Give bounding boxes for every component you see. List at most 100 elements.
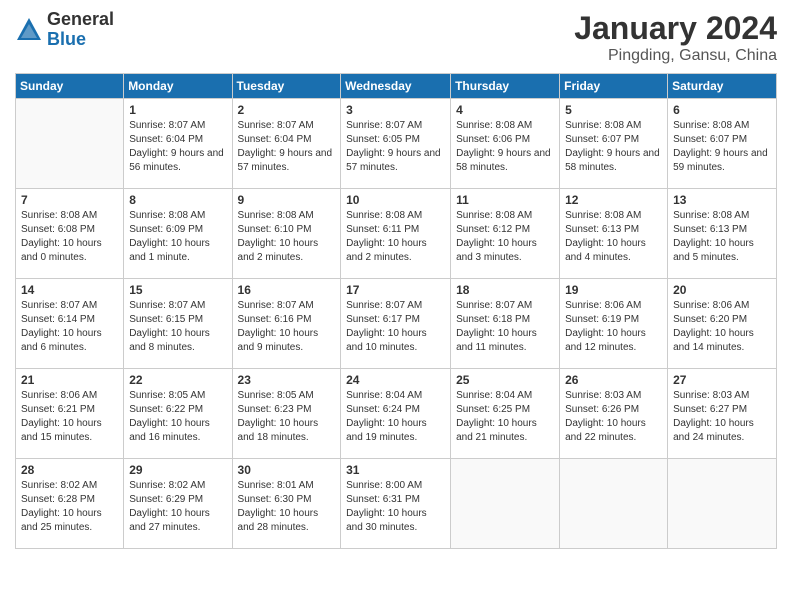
day-info: Sunrise: 8:01 AMSunset: 6:30 PMDaylight:… (238, 479, 336, 535)
table-row (560, 459, 668, 549)
header: General Blue January 2024 Pingding, Gans… (15, 10, 777, 65)
day-number: 25 (456, 373, 554, 387)
table-row: 26 Sunrise: 8:03 AMSunset: 6:26 PMDayligh… (560, 369, 668, 459)
day-info: Sunrise: 8:04 AMSunset: 6:24 PMDaylight:… (346, 389, 445, 445)
day-info: Sunrise: 8:03 AMSunset: 6:27 PMDaylight:… (673, 389, 771, 445)
calendar-week-row: 7Sunrise: 8:08 AMSunset: 6:08 PMDaylight… (16, 189, 777, 279)
day-number: 9 (238, 193, 336, 207)
day-info: Sunrise: 8:08 AMSunset: 6:07 PMDaylight:… (565, 119, 662, 175)
table-row: 29 Sunrise: 8:02 AMSunset: 6:29 PMDayligh… (124, 459, 232, 549)
day-info: Sunrise: 8:07 AMSunset: 6:17 PMDaylight:… (346, 299, 445, 355)
day-info: Sunrise: 8:06 AMSunset: 6:20 PMDaylight:… (673, 299, 771, 355)
day-number: 31 (346, 463, 445, 477)
day-number: 6 (673, 103, 771, 117)
page-container: General Blue January 2024 Pingding, Gans… (0, 0, 792, 612)
col-sunday: Sunday (16, 74, 124, 99)
day-number: 7 (21, 193, 118, 207)
day-number: 4 (456, 103, 554, 117)
day-info: Sunrise: 8:05 AMSunset: 6:23 PMDaylight:… (238, 389, 336, 445)
day-number: 28 (21, 463, 118, 477)
calendar-table: Sunday Monday Tuesday Wednesday Thursday… (15, 73, 777, 549)
calendar-week-row: 14Sunrise: 8:07 AMSunset: 6:14 PMDayligh… (16, 279, 777, 369)
table-row: 1 Sunrise: 8:07 AMSunset: 6:04 PMDaylight… (124, 99, 232, 189)
logo-text: General Blue (47, 10, 114, 50)
day-number: 15 (129, 283, 226, 297)
table-row: 5 Sunrise: 8:08 AMSunset: 6:07 PMDaylight… (560, 99, 668, 189)
table-row: 11 Sunrise: 8:08 AMSunset: 6:12 PMDayligh… (451, 189, 560, 279)
table-row: 30Sunrise: 8:01 AMSunset: 6:30 PMDayligh… (232, 459, 341, 549)
col-tuesday: Tuesday (232, 74, 341, 99)
day-info: Sunrise: 8:00 AMSunset: 6:31 PMDaylight:… (346, 479, 445, 535)
table-row: 10 Sunrise: 8:08 AMSunset: 6:11 PMDayligh… (341, 189, 451, 279)
col-saturday: Saturday (668, 74, 777, 99)
day-info: Sunrise: 8:02 AMSunset: 6:29 PMDaylight:… (129, 479, 226, 535)
day-info: Sunrise: 8:08 AMSunset: 6:10 PMDaylight:… (238, 209, 336, 265)
day-info: Sunrise: 8:08 AMSunset: 6:09 PMDaylight:… (129, 209, 226, 265)
day-number: 23 (238, 373, 336, 387)
col-thursday: Thursday (451, 74, 560, 99)
day-number: 26 (565, 373, 662, 387)
table-row: 6Sunrise: 8:08 AMSunset: 6:07 PMDaylight… (668, 99, 777, 189)
calendar-header-row: Sunday Monday Tuesday Wednesday Thursday… (16, 74, 777, 99)
table-row (16, 99, 124, 189)
day-info: Sunrise: 8:07 AMSunset: 6:18 PMDaylight:… (456, 299, 554, 355)
table-row: 25 Sunrise: 8:04 AMSunset: 6:25 PMDayligh… (451, 369, 560, 459)
day-number: 11 (456, 193, 554, 207)
day-number: 14 (21, 283, 118, 297)
day-info: Sunrise: 8:04 AMSunset: 6:25 PMDaylight:… (456, 389, 554, 445)
day-info: Sunrise: 8:07 AMSunset: 6:04 PMDaylight:… (129, 119, 226, 175)
location: Pingding, Gansu, China (574, 47, 777, 65)
logo-blue: Blue (47, 30, 114, 50)
day-info: Sunrise: 8:07 AMSunset: 6:04 PMDaylight:… (238, 119, 336, 175)
day-number: 19 (565, 283, 662, 297)
day-number: 13 (673, 193, 771, 207)
logo: General Blue (15, 10, 114, 50)
month-title: January 2024 (574, 10, 777, 47)
calendar-week-row: 28 Sunrise: 8:02 AMSunset: 6:28 PMDayligh… (16, 459, 777, 549)
day-info: Sunrise: 8:06 AMSunset: 6:21 PMDaylight:… (21, 389, 118, 445)
table-row: 20 Sunrise: 8:06 AMSunset: 6:20 PMDayligh… (668, 279, 777, 369)
table-row: 3 Sunrise: 8:07 AMSunset: 6:05 PMDaylight… (341, 99, 451, 189)
day-number: 1 (129, 103, 226, 117)
table-row: 21Sunrise: 8:06 AMSunset: 6:21 PMDayligh… (16, 369, 124, 459)
day-number: 18 (456, 283, 554, 297)
table-row: 4Sunrise: 8:08 AMSunset: 6:06 PMDaylight… (451, 99, 560, 189)
table-row: 2 Sunrise: 8:07 AMSunset: 6:04 PMDaylight… (232, 99, 341, 189)
day-number: 16 (238, 283, 336, 297)
col-monday: Monday (124, 74, 232, 99)
table-row: 8Sunrise: 8:08 AMSunset: 6:09 PMDaylight… (124, 189, 232, 279)
day-number: 10 (346, 193, 445, 207)
logo-icon (15, 16, 43, 44)
day-number: 29 (129, 463, 226, 477)
table-row: 31 Sunrise: 8:00 AMSunset: 6:31 PMDayligh… (341, 459, 451, 549)
day-info: Sunrise: 8:06 AMSunset: 6:19 PMDaylight:… (565, 299, 662, 355)
day-info: Sunrise: 8:08 AMSunset: 6:12 PMDaylight:… (456, 209, 554, 265)
day-info: Sunrise: 8:03 AMSunset: 6:26 PMDaylight:… (565, 389, 662, 445)
table-row: 16Sunrise: 8:07 AMSunset: 6:16 PMDayligh… (232, 279, 341, 369)
table-row: 24 Sunrise: 8:04 AMSunset: 6:24 PMDayligh… (341, 369, 451, 459)
table-row: 22 Sunrise: 8:05 AMSunset: 6:22 PMDayligh… (124, 369, 232, 459)
table-row: 15Sunrise: 8:07 AMSunset: 6:15 PMDayligh… (124, 279, 232, 369)
day-info: Sunrise: 8:08 AMSunset: 6:13 PMDaylight:… (673, 209, 771, 265)
day-info: Sunrise: 8:05 AMSunset: 6:22 PMDaylight:… (129, 389, 226, 445)
table-row: 7Sunrise: 8:08 AMSunset: 6:08 PMDaylight… (16, 189, 124, 279)
table-row: 12Sunrise: 8:08 AMSunset: 6:13 PMDayligh… (560, 189, 668, 279)
day-info: Sunrise: 8:08 AMSunset: 6:13 PMDaylight:… (565, 209, 662, 265)
table-row: 9 Sunrise: 8:08 AMSunset: 6:10 PMDaylight… (232, 189, 341, 279)
table-row: 28 Sunrise: 8:02 AMSunset: 6:28 PMDayligh… (16, 459, 124, 549)
col-friday: Friday (560, 74, 668, 99)
day-info: Sunrise: 8:02 AMSunset: 6:28 PMDaylight:… (21, 479, 118, 535)
day-number: 20 (673, 283, 771, 297)
table-row: 17Sunrise: 8:07 AMSunset: 6:17 PMDayligh… (341, 279, 451, 369)
day-number: 2 (238, 103, 336, 117)
day-number: 3 (346, 103, 445, 117)
table-row: 23 Sunrise: 8:05 AMSunset: 6:23 PMDayligh… (232, 369, 341, 459)
day-number: 22 (129, 373, 226, 387)
table-row (451, 459, 560, 549)
day-info: Sunrise: 8:08 AMSunset: 6:11 PMDaylight:… (346, 209, 445, 265)
day-number: 24 (346, 373, 445, 387)
calendar-week-row: 21Sunrise: 8:06 AMSunset: 6:21 PMDayligh… (16, 369, 777, 459)
table-row (668, 459, 777, 549)
day-info: Sunrise: 8:07 AMSunset: 6:05 PMDaylight:… (346, 119, 445, 175)
day-number: 5 (565, 103, 662, 117)
